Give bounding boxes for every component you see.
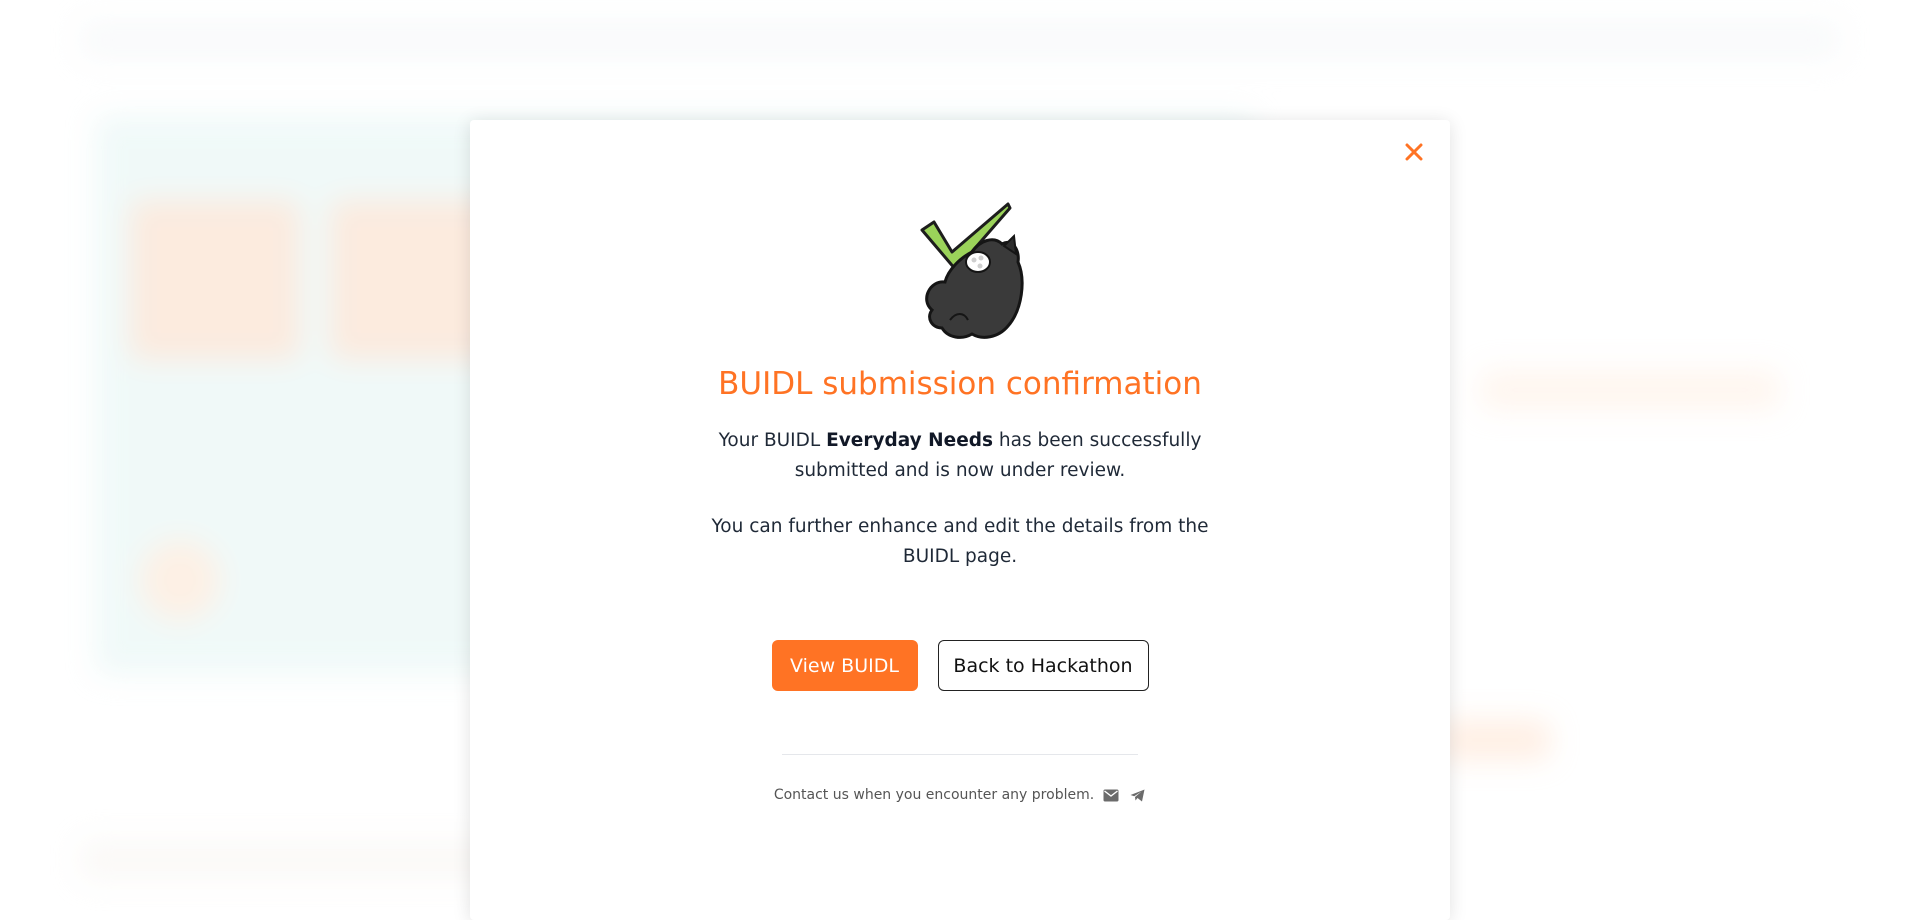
view-buidl-button[interactable]: View BUIDL <box>772 640 918 691</box>
edit-hint-message: You can further enhance and edit the det… <box>710 512 1210 572</box>
contact-text: Contact us when you encounter any proble… <box>774 787 1094 803</box>
buidl-name: Everyday Needs <box>826 430 993 451</box>
success-checkmark-illustration <box>890 200 1040 350</box>
close-button[interactable] <box>1400 138 1428 166</box>
telegram-icon[interactable] <box>1128 786 1146 804</box>
mail-icon[interactable] <box>1102 786 1120 804</box>
contact-row: Contact us when you encounter any proble… <box>470 786 1450 804</box>
message-prefix: Your BUIDL <box>719 430 827 451</box>
divider <box>782 754 1138 755</box>
close-icon <box>1405 143 1423 161</box>
submission-confirmation-modal: BUIDL submission confirmation Your BUIDL… <box>470 120 1450 920</box>
submission-message: Your BUIDL Everyday Needs has been succe… <box>710 426 1210 486</box>
action-buttons: View BUIDL Back to Hackathon <box>470 640 1450 691</box>
back-to-hackathon-button[interactable]: Back to Hackathon <box>938 640 1149 691</box>
modal-title: BUIDL submission confirmation <box>470 366 1450 402</box>
